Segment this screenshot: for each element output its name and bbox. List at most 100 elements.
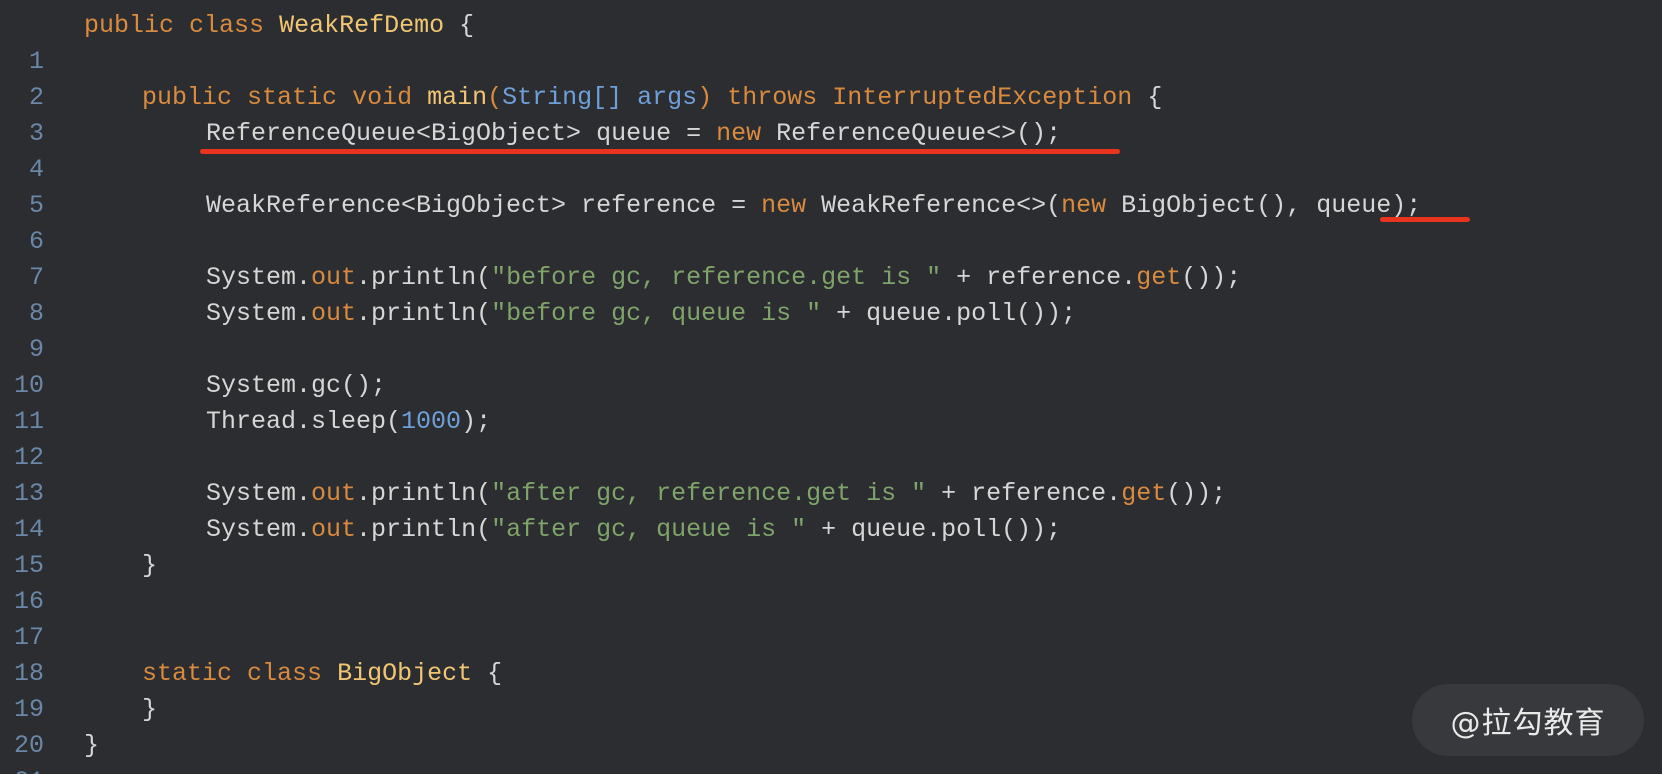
keyword: static xyxy=(247,83,338,112)
code-text: WeakReference<BigObject> reference = new… xyxy=(206,188,1421,224)
code-line-15: 15 System.out.println("after gc, queue i… xyxy=(0,512,1662,580)
watermark: @拉勾教育 xyxy=(1412,684,1644,756)
brace: } xyxy=(84,731,100,760)
code-line-21: 21 } xyxy=(0,728,1662,774)
code-segment: ()); xyxy=(1181,263,1242,292)
code-block: 1 public class WeakRefDemo { 2 3 public … xyxy=(0,8,1662,774)
code-segment: ()); xyxy=(1166,479,1227,508)
code-text: System.out.println("before gc, reference… xyxy=(206,260,1241,296)
keyword: new xyxy=(716,119,762,148)
code-line-1: 1 public class WeakRefDemo { xyxy=(0,8,1662,76)
watermark-text: @拉勾教育 xyxy=(1450,706,1606,741)
brace: { xyxy=(472,659,503,688)
string-literal: "before gc, reference.get is " xyxy=(491,263,942,292)
code-line-3: 3 public static void main(String[] args)… xyxy=(0,80,1662,148)
code-text: public class WeakRefDemo { xyxy=(84,8,474,44)
code-segment: + queue.poll()); xyxy=(806,515,1062,544)
code-line-14: 14 System.out.println("after gc, referen… xyxy=(0,476,1662,544)
code-line-16: 16 } xyxy=(0,548,1662,616)
field-name: out xyxy=(311,299,357,328)
brace: } xyxy=(142,695,158,724)
method-name: main xyxy=(427,83,488,112)
code-segment: System.gc(); xyxy=(206,371,387,400)
code-segment: System. xyxy=(206,299,312,328)
keyword: class xyxy=(189,11,265,40)
paren: ( xyxy=(487,83,503,112)
code-segment: .println( xyxy=(356,479,492,508)
brace: { xyxy=(1132,83,1163,112)
code-line-17: 17 xyxy=(0,584,1662,652)
keyword: public xyxy=(84,11,175,40)
code-text: } xyxy=(84,728,99,764)
code-line-18: 18 xyxy=(0,620,1662,688)
code-segment: + queue.poll()); xyxy=(821,299,1077,328)
code-segment: .println( xyxy=(356,515,492,544)
method-name: get xyxy=(1121,479,1167,508)
code-segment: ReferenceQueue<BigObject> queue = xyxy=(206,119,717,148)
code-editor: 1 public class WeakRefDemo { 2 3 public … xyxy=(0,0,1662,774)
field-name: out xyxy=(311,479,357,508)
paren: ) xyxy=(697,83,713,112)
number-literal: 1000 xyxy=(401,407,462,436)
code-line-13: 13 xyxy=(0,440,1662,508)
code-line-11: 11 System.gc(); xyxy=(0,368,1662,436)
code-line-4: 4 ReferenceQueue<BigObject> queue = new … xyxy=(0,116,1662,184)
code-text: static class BigObject { xyxy=(142,656,502,692)
code-segment: + reference. xyxy=(926,479,1122,508)
code-line-19: 19 static class BigObject { xyxy=(0,656,1662,724)
brace: { xyxy=(444,11,475,40)
method-name: get xyxy=(1136,263,1182,292)
code-segment: System. xyxy=(206,263,312,292)
code-text: Thread.sleep(1000); xyxy=(206,404,491,440)
code-line-5: 5 xyxy=(0,152,1662,220)
code-segment: WeakReference<>( xyxy=(806,191,1062,220)
code-text: System.out.println("before gc, queue is … xyxy=(206,296,1076,332)
code-line-12: 12 Thread.sleep(1000); xyxy=(0,404,1662,472)
code-segment: + reference. xyxy=(941,263,1137,292)
string-literal: "after gc, queue is " xyxy=(491,515,807,544)
keyword: static xyxy=(142,659,233,688)
code-segment: WeakReference<BigObject> reference = xyxy=(206,191,762,220)
code-segment: .println( xyxy=(356,263,492,292)
code-segment: System. xyxy=(206,515,312,544)
keyword: new xyxy=(1061,191,1107,220)
keyword: class xyxy=(247,659,323,688)
line-number: 21 xyxy=(0,764,44,774)
brace: } xyxy=(142,551,158,580)
class-name: WeakRefDemo xyxy=(279,11,445,40)
code-segment: Thread.sleep( xyxy=(206,407,402,436)
string-literal: "before gc, queue is " xyxy=(491,299,822,328)
queue-declaration-underline xyxy=(200,149,1120,154)
code-line-10: 10 xyxy=(0,332,1662,400)
class-name: BigObject xyxy=(337,659,473,688)
code-segment: ); xyxy=(461,407,492,436)
string-literal: "after gc, reference.get is " xyxy=(491,479,927,508)
code-text: System.out.println("after gc, reference.… xyxy=(206,476,1226,512)
param-name: args xyxy=(637,83,698,112)
keyword: void xyxy=(352,83,413,112)
code-segment: System. xyxy=(206,479,312,508)
code-segment: ReferenceQueue<>(); xyxy=(761,119,1062,148)
code-text: System.out.println("after gc, queue is "… xyxy=(206,512,1061,548)
field-name: out xyxy=(311,263,357,292)
code-text: } xyxy=(142,692,157,728)
code-line-2: 2 xyxy=(0,44,1662,112)
field-name: out xyxy=(311,515,357,544)
param-type: String[] xyxy=(502,83,623,112)
code-text: } xyxy=(142,548,157,584)
code-text: public static void main(String[] args) t… xyxy=(142,80,1162,116)
code-segment: BigObject(), queue); xyxy=(1106,191,1422,220)
code-line-9: 9 System.out.println("before gc, queue i… xyxy=(0,296,1662,364)
code-text: ReferenceQueue<BigObject> queue = new Re… xyxy=(206,116,1061,152)
exception-type: InterruptedException xyxy=(832,83,1133,112)
code-line-8: 8 System.out.println("before gc, referen… xyxy=(0,260,1662,328)
keyword: new xyxy=(761,191,807,220)
